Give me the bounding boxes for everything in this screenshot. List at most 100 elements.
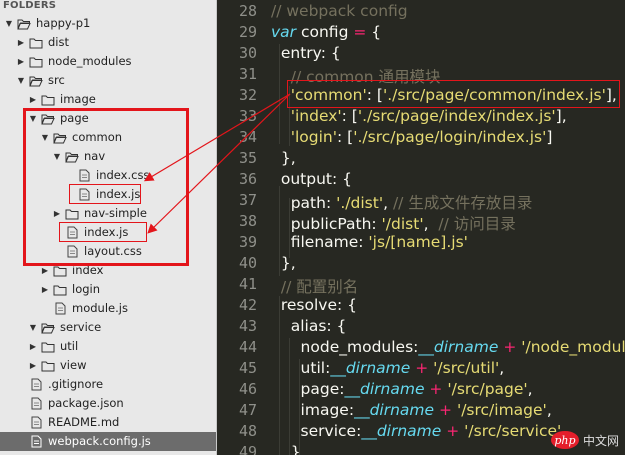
tree-item-label: view: [60, 358, 87, 372]
tree-item-label: README.md: [48, 415, 120, 429]
caret-right-icon[interactable]: ▶: [16, 57, 26, 66]
folder-icon: [53, 283, 67, 296]
code-line[interactable]: alias: {: [271, 317, 347, 335]
tree-file[interactable]: .gitignore: [0, 375, 216, 394]
tree-file[interactable]: webpack.config.js: [0, 432, 216, 451]
tree-folder[interactable]: ▶ login: [0, 280, 216, 299]
caret-right-icon[interactable]: ▶: [40, 266, 50, 275]
line-number: 47: [238, 401, 257, 419]
code-line[interactable]: publicPath: '/dist', // 访问目录: [271, 212, 516, 234]
highlight-common-entry: [287, 80, 620, 108]
tree-folder[interactable]: ▶ image: [0, 90, 216, 109]
folders-header: FOLDERS: [3, 0, 57, 11]
line-number: 34: [238, 128, 257, 146]
caret-right-icon[interactable]: ▶: [40, 285, 50, 294]
file-icon: [53, 302, 67, 315]
line-number: 44: [238, 338, 257, 356]
line-number: 38: [238, 212, 257, 230]
line-number: 33: [238, 107, 257, 125]
code-line[interactable]: // webpack config: [271, 2, 408, 20]
tree-file[interactable]: module.js: [0, 299, 216, 318]
code-line[interactable]: node_modules:__dirname + '/node_modules'…: [271, 338, 625, 356]
tree-item-label: webpack.config.js: [48, 434, 151, 448]
file-icon: [29, 397, 43, 410]
line-number: 41: [238, 275, 257, 293]
line-number: 49: [238, 443, 257, 455]
folder-icon: [29, 55, 43, 68]
highlight-nav-index-js: [69, 184, 141, 204]
tree-folder[interactable]: ▶ dist: [0, 33, 216, 52]
line-number: 40: [238, 254, 257, 272]
code-line[interactable]: image:__dirname + '/src/image',: [271, 401, 552, 419]
caret-down-icon[interactable]: ▼: [4, 19, 14, 28]
code-line[interactable]: // 配置别名: [271, 275, 358, 297]
code-line[interactable]: output: {: [271, 170, 352, 188]
tree-item-label: module.js: [72, 301, 128, 315]
code-line[interactable]: },: [271, 254, 296, 272]
tree-item-label: .gitignore: [48, 377, 104, 391]
caret-right-icon[interactable]: ▶: [16, 38, 26, 47]
tree-folder[interactable]: ▶ util: [0, 337, 216, 356]
tree-item-label: service: [60, 320, 102, 334]
file-icon: [29, 378, 43, 391]
tree-item-label: src: [48, 73, 65, 87]
code-line[interactable]: 'index': ['./src/page/index/index.js'],: [271, 107, 567, 125]
caret-right-icon[interactable]: ▶: [28, 95, 38, 104]
highlight-common-index-js: [59, 222, 147, 242]
watermark-text: 中文网: [582, 433, 619, 448]
code-line[interactable]: service:__dirname + '/src/service': [271, 422, 562, 440]
tree-item-label: dist: [48, 35, 69, 49]
line-number: 43: [238, 317, 257, 335]
tree-folder[interactable]: ▶ view: [0, 356, 216, 375]
tree-item-label: node_modules: [48, 54, 132, 68]
tree-item-label: image: [60, 92, 96, 106]
line-number: 35: [238, 149, 257, 167]
tree-item-label: login: [72, 282, 101, 296]
tree-folder[interactable]: ▼ happy-p1: [0, 14, 216, 33]
line-number: 42: [238, 296, 257, 314]
code-line[interactable]: },: [271, 149, 296, 167]
tree-folder[interactable]: ▼ service: [0, 318, 216, 337]
folder-open-icon: [41, 321, 55, 334]
watermark: php 中文网: [550, 431, 619, 449]
code-line[interactable]: 'login': ['./src/page/login/index.js']: [271, 128, 553, 146]
line-number: 46: [238, 380, 257, 398]
folder-icon: [29, 36, 43, 49]
sidebar: FOLDERS ▼ happy-p1 ▶ dist ▶ node_modules ▼ src ▶…: [0, 0, 217, 455]
line-number: 37: [238, 191, 257, 209]
code-line[interactable]: resolve: {: [271, 296, 357, 314]
code-line[interactable]: entry: {: [271, 44, 341, 62]
code-line[interactable]: path: './dist', // 生成文件存放目录: [271, 191, 533, 213]
caret-down-icon[interactable]: ▼: [16, 76, 26, 85]
line-number: 28: [238, 2, 257, 20]
tree-item-label: happy-p1: [36, 16, 91, 30]
tree-file[interactable]: README.md: [0, 413, 216, 432]
caret-right-icon[interactable]: ▶: [28, 361, 38, 370]
folder-open-icon: [17, 17, 31, 30]
tree-folder[interactable]: ▼ src: [0, 71, 216, 90]
code-line[interactable]: }: [271, 443, 301, 455]
php-logo: php: [550, 431, 579, 449]
line-number: 32: [238, 86, 257, 104]
caret-right-icon[interactable]: ▶: [28, 342, 38, 351]
line-number: 39: [238, 233, 257, 251]
code-line[interactable]: filename: 'js/[name].js': [271, 233, 468, 251]
folder-open-icon: [29, 74, 43, 87]
line-number: 36: [238, 170, 257, 188]
line-number: 29: [238, 23, 257, 41]
code-line[interactable]: util:__dirname + '/src/util',: [271, 359, 505, 377]
tree-item-label: package.json: [48, 396, 124, 410]
code-editor[interactable]: 28 29 30 31 32 33 34 35 36 37 38 39 40 41 42 43 44 45 46 47…: [217, 0, 625, 455]
code-line[interactable]: page:__dirname + '/src/page',: [271, 380, 533, 398]
line-number: 30: [238, 44, 257, 62]
line-number: 48: [238, 422, 257, 440]
line-number: 45: [238, 359, 257, 377]
tree-file[interactable]: package.json: [0, 394, 216, 413]
code-line[interactable]: var config = {: [271, 23, 381, 41]
file-icon: [29, 416, 43, 429]
tree-item-label: util: [60, 339, 79, 353]
line-number: 31: [238, 65, 257, 83]
folder-icon: [41, 359, 55, 372]
tree-folder[interactable]: ▶ node_modules: [0, 52, 216, 71]
caret-down-icon[interactable]: ▼: [28, 323, 38, 332]
